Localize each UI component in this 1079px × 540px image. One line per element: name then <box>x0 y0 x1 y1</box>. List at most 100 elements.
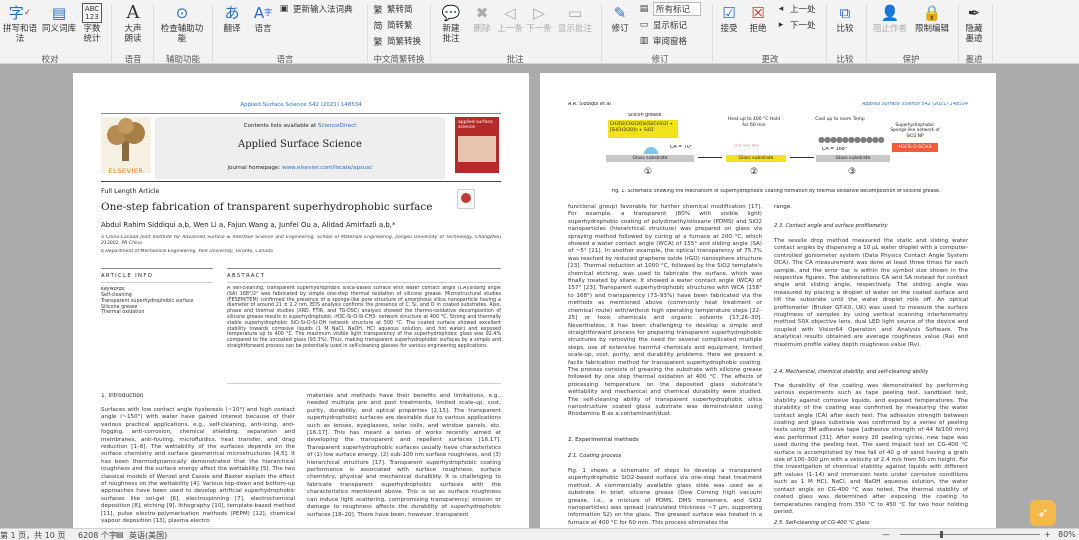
new-comment-label: 新建批注 <box>442 24 460 44</box>
document-page-1[interactable]: Applied Surface Science 542 (2021) 14853… <box>73 73 529 528</box>
word-count-button[interactable]: ABC 123 字数统计 <box>78 3 106 44</box>
fig-nanoparticles: ●●●●●●●●●●● <box>818 135 885 144</box>
accept-button[interactable]: ☑ 接受 <box>716 3 742 35</box>
markup-display-dropdown[interactable]: ▤ 所有标记 <box>638 2 702 16</box>
cover-image <box>458 136 496 162</box>
show-markup-icon: ▭ <box>639 20 649 30</box>
fig-step-1-number: ① <box>644 167 653 177</box>
keywords-heading: Keywords: <box>101 287 126 292</box>
article-title: One-step fabrication of transparent supe… <box>101 201 433 213</box>
word-count-icon: ABC 123 <box>82 3 102 23</box>
restrict-editing-label: 限制编辑 <box>914 24 949 34</box>
separator <box>958 4 959 62</box>
zoom-out-button[interactable]: — <box>882 530 890 539</box>
show-comments-button[interactable]: ▭ 显示批注 <box>554 3 596 35</box>
separator <box>430 4 431 62</box>
reviewing-pane-dropdown[interactable]: ▥ 审阅窗格 <box>638 35 687 47</box>
update-ime-dictionary-button[interactable]: ▣ 更新输入法词典 <box>278 3 353 15</box>
group-label-comments: 批注 <box>506 55 524 65</box>
simplified-to-traditional-button[interactable]: 简 简转繁 <box>372 19 413 32</box>
language-label: 语言 <box>254 24 272 34</box>
fig-formula-box: CH3[Si(CH3)2O]n[Si(CH3)3] + [Si(CH3)2O]n… <box>608 120 678 138</box>
accept-icon: ☑ <box>722 4 736 22</box>
read-aloud-label: 大声朗读 <box>124 24 142 44</box>
read-aloud-button[interactable]: A 大声朗读 <box>116 2 150 45</box>
check-accessibility-button[interactable]: ⊙ 检查辅助功能 <box>158 3 206 45</box>
traditional-to-simplified-button[interactable]: 繁 繁转简 <box>372 3 413 16</box>
to-simplified-label: 简转繁 <box>387 21 413 31</box>
zoom-in-button[interactable]: + <box>1044 530 1051 539</box>
check-updates-badge[interactable] <box>457 189 475 209</box>
document-page-2[interactable]: A.R. Siddiqui et al. Applied Surface Sci… <box>540 73 996 528</box>
sciencedirect-link[interactable]: ScienceDirect <box>318 123 356 129</box>
markup-value: 所有标记 <box>653 2 702 16</box>
new-comment-button[interactable]: 💬 新建批注 <box>434 3 468 45</box>
article-info-rule-2 <box>101 282 213 283</box>
hide-ink-button[interactable]: ✒ 隐藏墨迹 <box>960 3 988 45</box>
prev-change-label: 上一处 <box>790 5 816 15</box>
group-label-accessibility: 辅助功能 <box>165 55 200 65</box>
journal-masthead: Contents lists available at ScienceDirec… <box>155 117 445 179</box>
journal-cover: applied surface science <box>455 117 499 173</box>
language-button[interactable]: A字 语言 <box>248 3 278 35</box>
read-aloud-icon: A <box>126 2 140 23</box>
compare-icon: ⧉ <box>839 4 851 22</box>
translate-button[interactable]: あ 翻译 <box>216 3 248 35</box>
check-accessibility-label: 检查辅助功能 <box>160 24 204 44</box>
update-ime-label: 更新输入法词典 <box>293 5 353 15</box>
previous-change-button[interactable]: ◂ 上一处 <box>775 3 816 15</box>
fig-silicon-grease-label: Silicon grease <box>628 113 662 118</box>
self-cleaning-heading: 2.5. Self-cleaning of CG-400 °C glass <box>774 520 870 526</box>
delete-comment-button[interactable]: ✖ 删除 <box>468 3 496 35</box>
fig-heat-waves: 〰〰〰 <box>734 142 761 150</box>
word-count-status[interactable]: 6208 个字 <box>78 530 117 540</box>
page-count[interactable]: 第 1 页，共 10 页 <box>0 530 65 540</box>
restrict-editing-button[interactable]: 🔒 限制编辑 <box>910 3 954 35</box>
fig-arrow-2 <box>790 157 814 158</box>
compare-button[interactable]: ⧉ 比较 <box>830 3 860 35</box>
translate-label: 翻译 <box>223 24 241 34</box>
chinese-conversion-button[interactable]: 繁 简繁转换 <box>372 35 421 48</box>
traditional-icon: 繁 <box>373 5 383 16</box>
group-label-ink: 墨迹 <box>965 55 983 65</box>
thesaurus-button[interactable]: ▤ 同义词库 <box>40 3 78 35</box>
reject-button[interactable]: ☒ 拒绝 <box>744 3 772 35</box>
fig-superhydrophobic-text: Superhydrophobic Sponge like network of … <box>890 123 940 139</box>
article-type: Full Length Article <box>101 187 160 195</box>
article-authors: Abdul Rahim Siddiqui a,b, Wen Li a, Faju… <box>101 221 396 229</box>
assistant-floating-icon[interactable]: ➶ <box>1030 500 1056 526</box>
fig-cool-step-text: Cool up to room Temp <box>815 117 865 122</box>
previous-comment-icon: ◁ <box>504 4 516 22</box>
intro-column-left: Surfaces with low contact angle hysteres… <box>101 407 295 525</box>
track-changes-button[interactable]: ✎ 修订 <box>604 3 636 35</box>
intro-column-right: materials and methods have their benefit… <box>307 393 501 518</box>
reviewing-pane-label: 审阅窗格 <box>653 37 688 47</box>
show-markup-dropdown[interactable]: ▭ 显示标记 <box>638 19 687 31</box>
accessibility-icon: ⊙ <box>175 4 189 22</box>
show-comments-icon: ▭ <box>567 4 583 22</box>
group-label-compare: 比较 <box>836 55 854 65</box>
spelling-grammar-button[interactable]: 字 ✓ 拼写和语法 <box>0 3 40 45</box>
proofing-status-icon[interactable]: ▤ <box>116 530 124 539</box>
next-change-button[interactable]: ▸ 下一处 <box>775 19 816 31</box>
previous-comment-button[interactable]: ◁ 上一条 <box>496 3 524 35</box>
previous-label: 上一条 <box>497 24 523 34</box>
next-comment-button[interactable]: ▷ 下一条 <box>524 3 554 35</box>
next-label: 下一条 <box>526 24 552 34</box>
zoom-slider[interactable] <box>900 534 1040 535</box>
zoom-slider-thumb[interactable] <box>940 531 943 538</box>
language-icon: A字 <box>253 4 273 22</box>
fig-contact-angle-2: CA = 168° <box>822 147 848 152</box>
hide-ink-label: 隐藏墨迹 <box>965 24 983 44</box>
separator <box>601 4 602 62</box>
fig-network-formula: -H3CSi-O-SiCH3- <box>892 143 938 152</box>
abstract-text: A self-cleaning, transparent superhydrop… <box>227 286 501 349</box>
reviewing-pane-icon: ▥ <box>639 36 649 46</box>
language-status[interactable]: 英语(美国) <box>129 530 167 540</box>
homepage-link[interactable]: www.elsevier.com/locate/apsusc <box>282 165 372 171</box>
separator <box>153 4 154 62</box>
zoom-level[interactable]: 80% <box>1058 530 1076 539</box>
to-traditional-label: 繁转简 <box>387 5 413 15</box>
block-authors-button[interactable]: 👤 阻止作者 <box>870 3 910 35</box>
compare-label: 比较 <box>836 24 854 34</box>
